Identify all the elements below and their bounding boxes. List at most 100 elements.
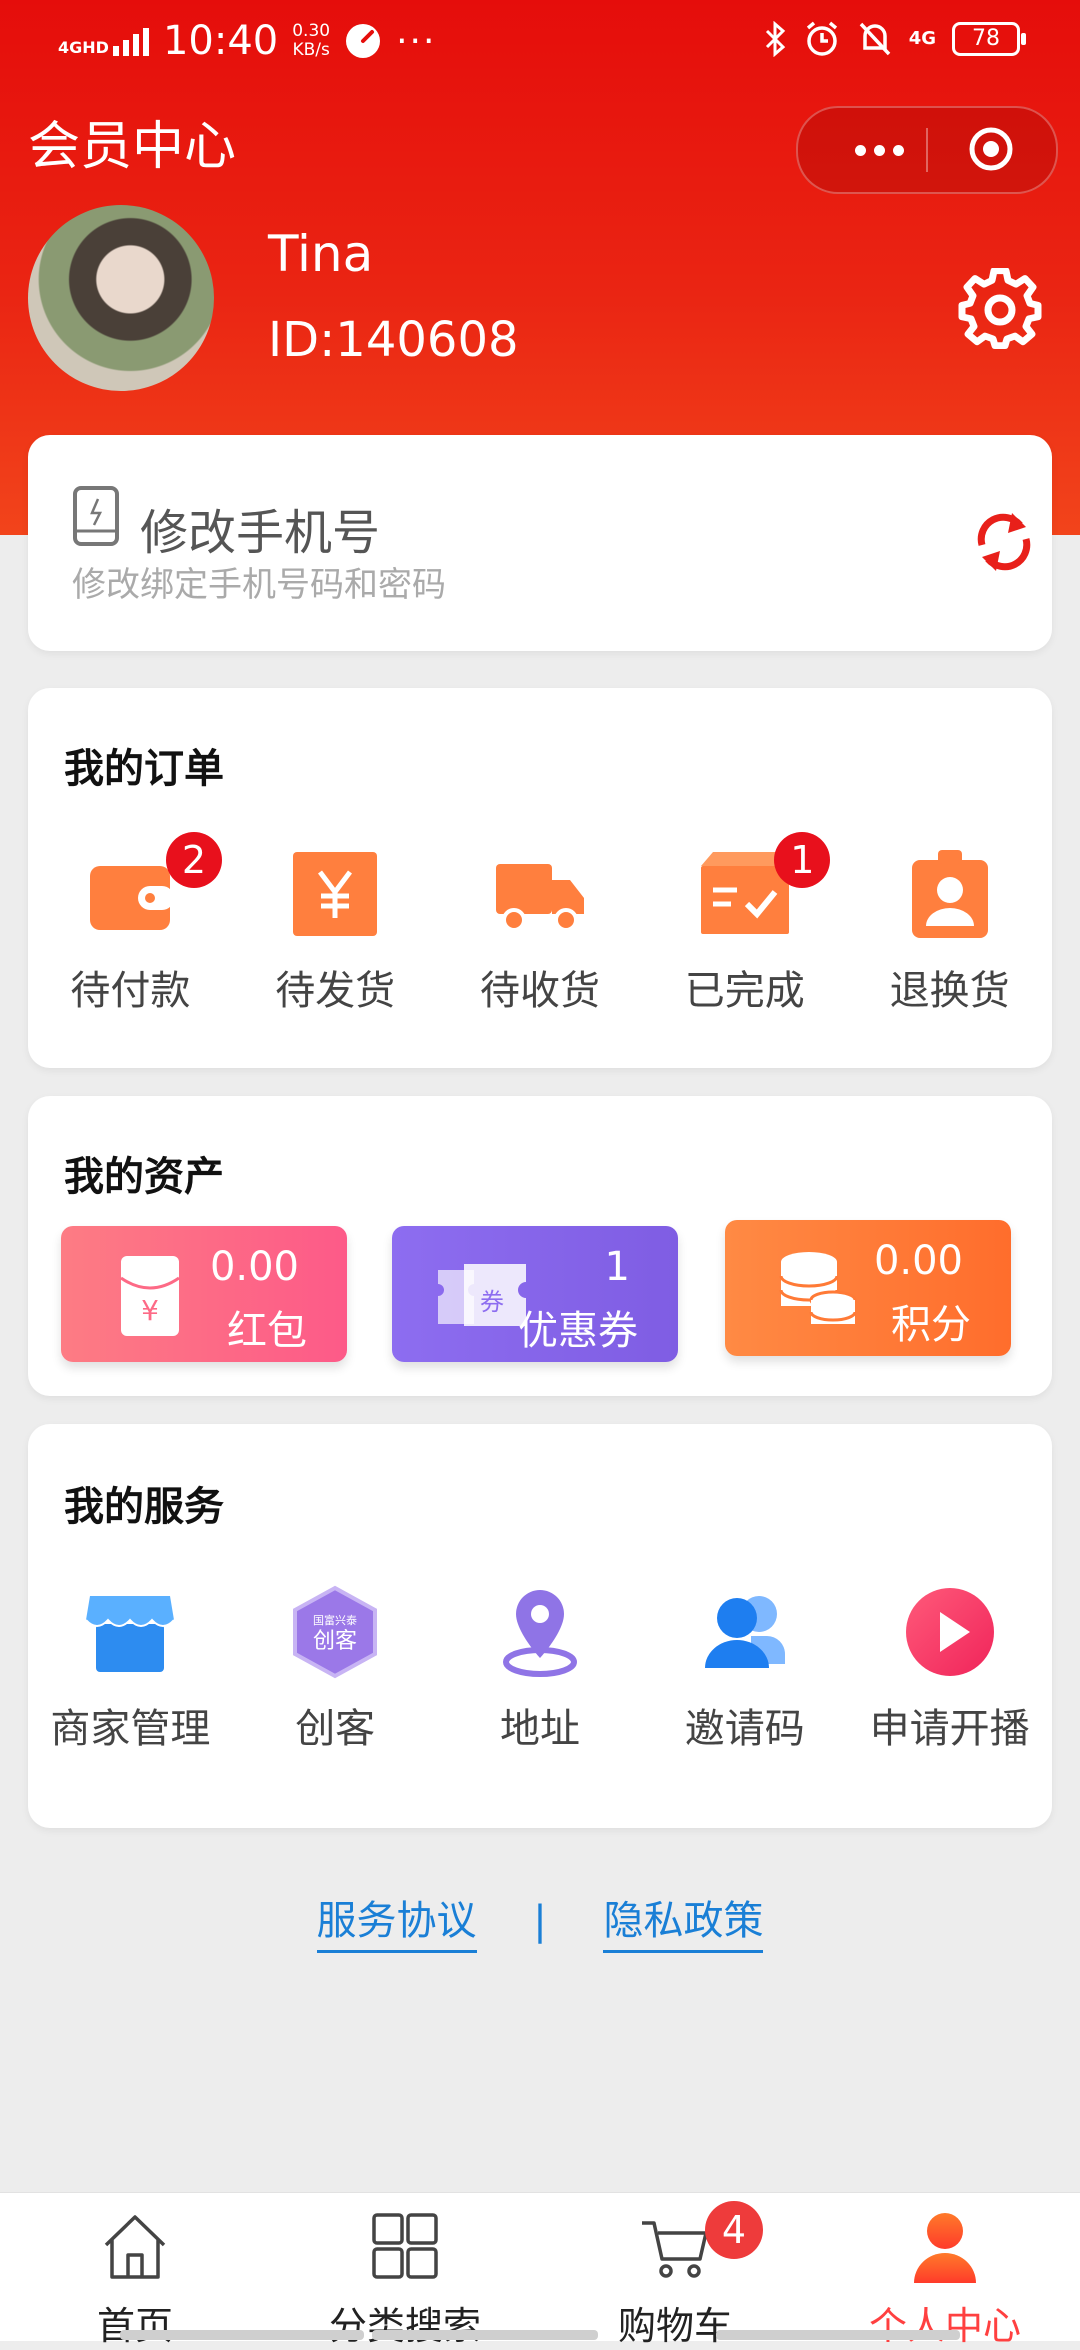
network-speed: 0.30 KB/s <box>292 22 330 60</box>
maker-icon-text: 创客 <box>313 1629 357 1654</box>
speed-unit: KB/s <box>292 40 330 60</box>
footer-links: 服务协议 | 隐私政策 <box>0 1888 1080 1953</box>
settings-gear-icon[interactable] <box>958 268 1042 352</box>
wallet-icon <box>90 866 175 930</box>
location-pin-icon <box>502 1590 577 1677</box>
play-icon <box>905 1588 994 1676</box>
signal-bars-icon <box>112 26 149 56</box>
coupon-icon-text: 券 <box>480 1288 504 1316</box>
tab-label: 购物车 <box>617 2304 732 2348</box>
gesture-indicator <box>372 2330 598 2340</box>
service-maker[interactable]: 国富兴泰 创客 创客 <box>233 1584 438 1754</box>
cart-icon <box>642 2221 708 2278</box>
points-label: 积分 <box>891 1302 971 1348</box>
order-return-exchange[interactable]: 退换货 <box>847 846 1052 1016</box>
refresh-icon[interactable] <box>972 505 1036 579</box>
coupon-tile[interactable]: 券 1 优惠券 <box>392 1226 678 1362</box>
close-target-icon[interactable] <box>968 126 1014 172</box>
change-phone-subtitle: 修改绑定手机号码和密码 <box>72 565 446 605</box>
orders-card: 我的订单 2 待付款 待发货 待收货 1 已完成 退换货 <box>28 688 1052 1068</box>
service-label: 申请开播 <box>869 1706 1030 1752</box>
service-agreement-link[interactable]: 服务协议 <box>316 1888 477 1953</box>
tab-personal-center[interactable]: 个人中心 <box>810 2207 1080 2348</box>
cart-badge: 4 <box>705 2201 763 2259</box>
more-dot-icon <box>892 144 904 156</box>
users-icon <box>704 1596 785 1668</box>
avatar[interactable] <box>28 205 214 391</box>
services-title: 我的服务 <box>64 1484 224 1530</box>
order-label: 待付款 <box>70 968 191 1014</box>
order-status-row: 2 待付款 待发货 待收货 1 已完成 退换货 <box>28 832 1052 1016</box>
user-id: ID:140608 <box>268 312 519 368</box>
truck-icon <box>495 864 584 932</box>
points-tile[interactable]: 0.00 积分 <box>725 1220 1011 1356</box>
services-card: 我的服务 商家管理 国富兴泰 创客 创客 地址 邀请码 申请开播 <box>28 1424 1052 1828</box>
red-envelope-icon: ¥ <box>120 1256 180 1336</box>
tab-home[interactable]: 首页 <box>0 2207 270 2348</box>
bluetooth-icon <box>765 21 785 57</box>
tab-category-search[interactable]: 分类搜索 <box>270 2207 540 2348</box>
tab-label: 个人中心 <box>868 2304 1021 2348</box>
signal-indicator: 4GHD <box>58 26 149 56</box>
more-button[interactable] <box>834 126 924 174</box>
tab-label: 首页 <box>96 2304 173 2348</box>
service-apply-live[interactable]: 申请开播 <box>847 1584 1052 1754</box>
order-label: 已完成 <box>684 968 805 1014</box>
orders-title: 我的订单 <box>64 746 224 792</box>
order-pending-payment[interactable]: 2 待付款 <box>28 832 233 1016</box>
home-icon <box>104 2215 166 2279</box>
store-icon <box>85 1596 176 1672</box>
battery-icon: 78 <box>952 22 1026 56</box>
service-address[interactable]: 地址 <box>438 1584 643 1754</box>
service-invite-code[interactable]: 邀请码 <box>642 1584 847 1754</box>
order-label: 退换货 <box>889 968 1010 1014</box>
capsule-divider <box>926 128 928 172</box>
coupon-value: 1 <box>604 1244 630 1290</box>
red-envelope-label: 红包 <box>227 1308 307 1354</box>
svg-text:¥: ¥ <box>141 1294 159 1327</box>
assets-card: 我的资产 ¥ 0.00 红包 券 1 优惠券 0.00 积分 <box>28 1096 1052 1396</box>
page-title: 会员中心 <box>28 117 237 177</box>
tab-cart[interactable]: 4 购物车 <box>540 2201 810 2348</box>
red-envelope-tile[interactable]: ¥ 0.00 红包 <box>61 1226 347 1362</box>
privacy-policy-link[interactable]: 隐私政策 <box>603 1888 764 1953</box>
status-overflow: ··· <box>396 20 437 62</box>
yen-box-icon <box>293 852 378 936</box>
service-label: 创客 <box>295 1706 376 1752</box>
more-dot-icon <box>854 144 866 156</box>
badge-person-icon <box>911 850 988 938</box>
points-value: 0.00 <box>873 1238 963 1284</box>
service-merchant-management[interactable]: 商家管理 <box>28 1584 233 1754</box>
user-name: Tina <box>268 225 374 283</box>
service-label: 商家管理 <box>50 1706 211 1752</box>
tab-label: 分类搜索 <box>328 2304 481 2348</box>
status-time: 10:40 <box>162 18 279 64</box>
mute-icon <box>859 22 890 56</box>
network-type-right: 4G <box>908 28 936 49</box>
coins-icon <box>779 1252 857 1324</box>
battery-level: 78 <box>972 26 1000 51</box>
mini-program-capsule <box>796 106 1058 194</box>
order-badge: 2 <box>166 832 222 888</box>
gesture-indicator <box>716 2330 960 2340</box>
change-phone-title: 修改手机号 <box>140 505 381 561</box>
grid-icon <box>372 2213 438 2279</box>
gesture-indicator <box>120 2330 364 2340</box>
order-pending-receipt[interactable]: 待收货 <box>438 846 643 1016</box>
service-label: 邀请码 <box>684 1706 805 1752</box>
change-phone-card[interactable]: 修改手机号 修改绑定手机号码和密码 <box>28 435 1052 651</box>
mobile-phone-icon <box>73 486 119 546</box>
person-icon <box>914 2213 976 2283</box>
alarm-icon <box>806 21 837 56</box>
services-row: 商家管理 国富兴泰 创客 创客 地址 邀请码 申请开播 <box>28 1584 1052 1754</box>
maker-icon-subtext: 国富兴泰 <box>313 1613 357 1627</box>
network-type: 4GHD <box>58 38 109 57</box>
order-pending-shipment[interactable]: 待发货 <box>233 846 438 1016</box>
status-bar: 4GHD 10:40 0.30 KB/s ··· 4G 78 <box>0 0 1080 85</box>
order-label: 待收货 <box>479 968 600 1014</box>
maker-hexagon-icon: 国富兴泰 创客 <box>293 1585 378 1679</box>
order-completed[interactable]: 1 已完成 <box>642 832 847 1016</box>
speed-value: 0.30 <box>292 21 331 41</box>
assets-title: 我的资产 <box>64 1154 224 1200</box>
order-label: 待发货 <box>275 968 396 1014</box>
